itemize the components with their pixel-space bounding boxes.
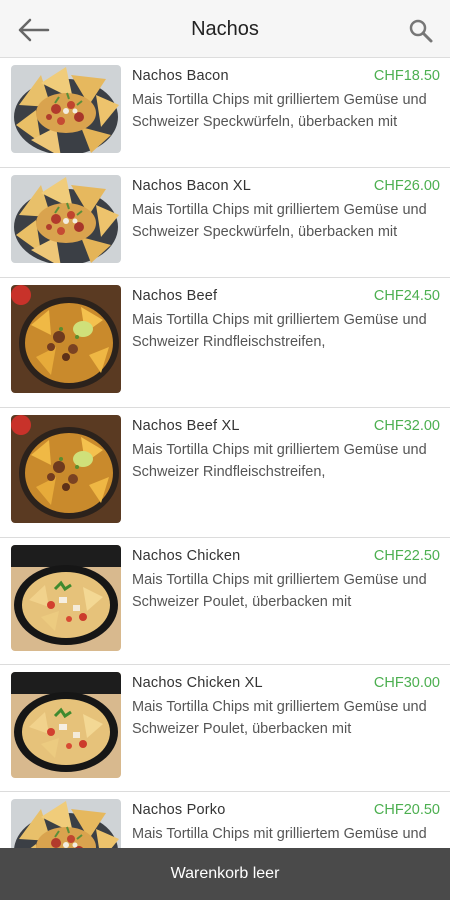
product-price: CHF24.50 — [373, 288, 440, 304]
product-description: Mais Tortilla Chips mit grilliertem Gemü… — [132, 826, 427, 842]
product-description: Mais Tortilla Chips mit grilliertem Gemü… — [132, 312, 427, 350]
list-item[interactable]: Nachos Chicken XL CHF30.00 Mais Tortilla… — [0, 665, 450, 792]
product-description: Mais Tortilla Chips mit grilliertem Gemü… — [132, 572, 427, 610]
search-icon — [409, 19, 433, 43]
product-description: Mais Tortilla Chips mit grilliertem Gemü… — [132, 699, 427, 737]
list-item[interactable]: Nachos Bacon CHF18.50 Mais Tortilla Chip… — [0, 58, 450, 168]
product-name: Nachos Chicken — [132, 548, 241, 564]
product-name: Nachos Beef — [132, 288, 218, 304]
product-image — [11, 65, 121, 153]
page-title: Nachos — [191, 18, 259, 40]
product-description: Mais Tortilla Chips mit grilliertem Gemü… — [132, 92, 427, 130]
product-name: Nachos Bacon — [132, 68, 229, 84]
product-name: Nachos Beef XL — [132, 418, 240, 434]
product-image — [11, 415, 121, 523]
product-description: Mais Tortilla Chips mit grilliertem Gemü… — [132, 202, 427, 240]
product-price: CHF22.50 — [373, 548, 440, 564]
product-list: Nachos Bacon CHF18.50 Mais Tortilla Chip… — [0, 58, 450, 848]
product-price: CHF32.00 — [373, 418, 440, 434]
product-price: CHF18.50 — [373, 68, 440, 84]
product-image — [11, 672, 121, 778]
product-image — [11, 545, 121, 651]
product-price: CHF20.50 — [373, 802, 440, 818]
product-image — [11, 285, 121, 393]
product-image — [11, 175, 121, 263]
list-item[interactable]: Nachos Beef CHF24.50 Mais Tortilla Chips… — [0, 278, 450, 408]
cart-button[interactable]: Warenkorb leer — [0, 848, 450, 900]
product-price: CHF26.00 — [373, 178, 440, 194]
list-item[interactable]: Nachos Porko CHF20.50 Mais Tortilla Chip… — [0, 792, 450, 848]
product-name: Nachos Chicken XL — [132, 675, 263, 691]
product-description: Mais Tortilla Chips mit grilliertem Gemü… — [132, 442, 427, 480]
search-button[interactable] — [406, 16, 436, 46]
product-name: Nachos Bacon XL — [132, 178, 252, 194]
product-image — [11, 799, 121, 848]
list-item[interactable]: Nachos Beef XL CHF32.00 Mais Tortilla Ch… — [0, 408, 450, 538]
product-price: CHF30.00 — [373, 675, 440, 691]
list-item[interactable]: Nachos Bacon XL CHF26.00 Mais Tortilla C… — [0, 168, 450, 278]
app-bar: Nachos — [0, 0, 450, 58]
product-name: Nachos Porko — [132, 802, 226, 818]
list-item[interactable]: Nachos Chicken CHF22.50 Mais Tortilla Ch… — [0, 538, 450, 665]
